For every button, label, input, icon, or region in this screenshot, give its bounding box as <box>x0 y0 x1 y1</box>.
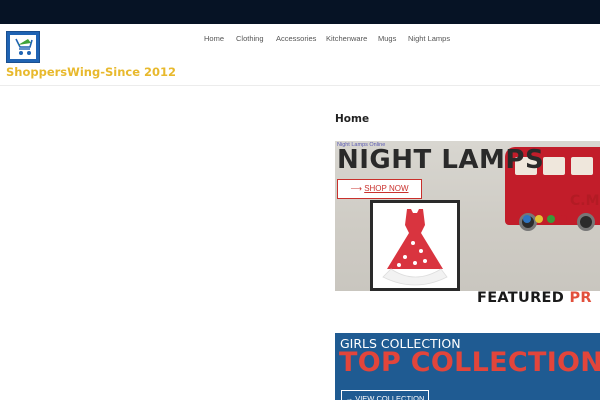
nav-item-home[interactable]: Home <box>204 34 224 43</box>
site-header: ShoppersWing-Since 2012 Home Clothing Ac… <box>0 24 600 86</box>
top-collection-banner[interactable]: GIRLS COLLECTION TOP COLLECTION → VIEW C… <box>335 333 600 400</box>
bus-wheel <box>577 213 595 231</box>
nav-item-clothing[interactable]: Clothing <box>236 34 264 43</box>
decor-dot <box>547 215 555 223</box>
shop-now-label: SHOP NOW <box>364 184 409 193</box>
product-image-frame[interactable] <box>370 200 460 291</box>
nav-item-accessories[interactable]: Accessories <box>276 34 316 43</box>
decor-dot <box>559 215 567 223</box>
page-title: Home <box>335 113 370 125</box>
site-title[interactable]: ShoppersWing-Since 2012 <box>6 65 176 79</box>
collection-heading: TOP COLLECTION <box>339 347 600 378</box>
decor-dot <box>523 215 531 223</box>
featured-products-heading: FEATURED PR <box>477 290 592 306</box>
banner-heading: NIGHT LAMPS <box>337 145 545 175</box>
decor-dot <box>535 215 543 223</box>
featured-accent: PR <box>569 290 592 306</box>
featured-prefix: FEATURED <box>477 290 570 306</box>
bus-window <box>571 157 593 175</box>
banner-tail-text: C.M <box>570 193 600 209</box>
dress-icon <box>382 209 448 286</box>
view-collection-button[interactable]: → VIEW COLLECTION <box>341 390 429 400</box>
arrow-right-icon: ⟶ <box>350 184 362 193</box>
shop-now-button[interactable]: ⟶ SHOP NOW <box>337 179 422 199</box>
nav-item-night-lamps[interactable]: Night Lamps <box>408 34 450 43</box>
nav-item-mugs[interactable]: Mugs <box>378 34 396 43</box>
nav-item-kitchenware[interactable]: Kitchenware <box>326 34 367 43</box>
top-bar <box>0 0 600 24</box>
main-nav: Home Clothing Accessories Kitchenware Mu… <box>0 34 600 48</box>
bus-window <box>543 157 565 175</box>
product-image <box>373 203 457 288</box>
